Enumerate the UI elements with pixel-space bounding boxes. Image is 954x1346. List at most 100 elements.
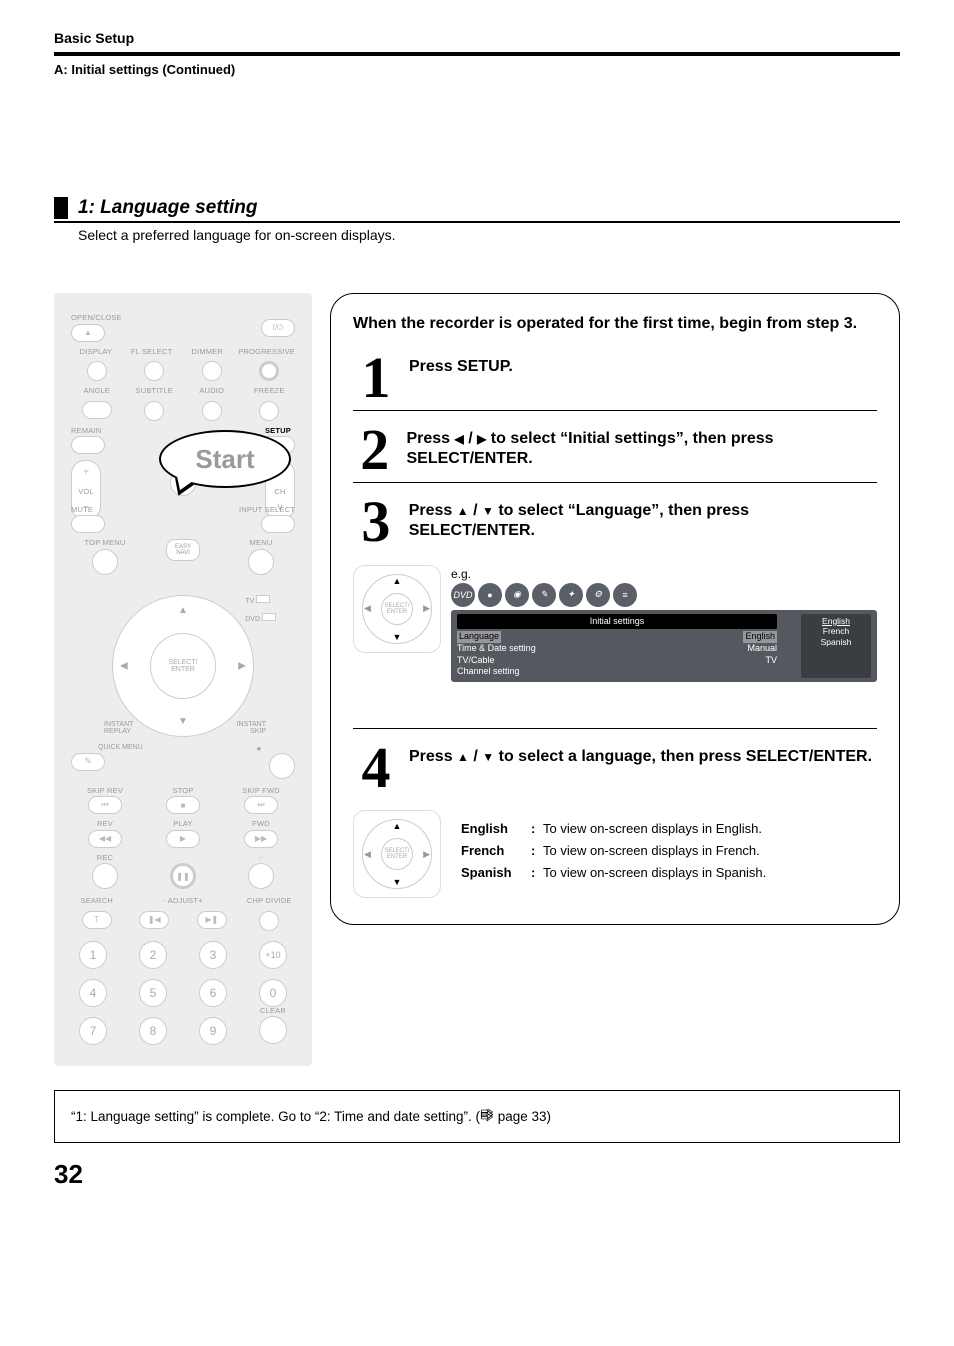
lang-name-english: English: [461, 821, 531, 836]
easy-navi-button[interactable]: EASY NAVI: [166, 539, 200, 561]
freeze-button[interactable]: [259, 401, 279, 421]
dpad-down-icon[interactable]: ▼: [178, 716, 188, 727]
step-2-text-pre: Press: [406, 430, 454, 447]
lang-desc-french: To view on-screen displays in French.: [543, 843, 766, 858]
pause-spacer: [182, 854, 184, 862]
search-button[interactable]: T: [82, 911, 112, 929]
subtitle-button[interactable]: [144, 401, 164, 421]
ch-label: CH: [274, 488, 285, 496]
angle-button[interactable]: [82, 401, 112, 419]
nav-up-icon: ▲: [393, 576, 402, 586]
adjust-minus-button[interactable]: ❚◀: [139, 911, 169, 929]
num-8-button[interactable]: 8: [139, 1017, 167, 1045]
remain-label: REMAIN: [71, 427, 101, 435]
adjust-plus-button[interactable]: ▶❚: [197, 911, 227, 929]
slash-2: /: [469, 502, 482, 519]
skip-rev-button[interactable]: ⏮: [88, 796, 122, 814]
osd-example: e.g. DVD ● ◉ ✎ ✦ ⚙ ≡ Initial set: [451, 565, 877, 682]
star-icon: ★: [256, 746, 262, 753]
dpad-up-icon[interactable]: ▲: [178, 605, 188, 616]
lang-row-english: English : To view on-screen displays in …: [461, 821, 766, 836]
quick-menu-button[interactable]: ✎: [71, 753, 105, 771]
num-9-button[interactable]: 9: [199, 1017, 227, 1045]
down-arrow-icon: ▼: [482, 504, 494, 518]
rev-label: REV: [97, 820, 113, 828]
stop-button[interactable]: ■: [166, 796, 200, 814]
step-1-number: 1: [353, 353, 399, 402]
slash: /: [464, 430, 477, 447]
menu-button[interactable]: [248, 549, 274, 575]
dpad-right-icon[interactable]: ▶: [238, 660, 246, 671]
tv-switch[interactable]: [256, 595, 270, 603]
audio-button[interactable]: [202, 401, 222, 421]
dpad-left-icon[interactable]: ◀: [120, 660, 128, 671]
mute-button[interactable]: [71, 515, 105, 533]
step-3-number: 3: [353, 497, 399, 546]
pause-button[interactable]: ❚❚: [170, 863, 196, 889]
chp-divide-button[interactable]: [259, 911, 279, 931]
nav-up-icon-2: ▲: [393, 821, 402, 831]
skip-fwd-label: SKIP FWD: [242, 787, 280, 795]
osd-row-tvcable: TV/Cable: [457, 655, 495, 667]
osd-dvd-icon: DVD: [451, 583, 475, 607]
remote-row-3-labels: ANGLE SUBTITLE AUDIO FREEZE: [71, 387, 295, 395]
extra-button[interactable]: [248, 863, 274, 889]
breadcrumb: Basic Setup: [54, 30, 900, 46]
num-6-button[interactable]: 6: [199, 979, 227, 1007]
remain-button[interactable]: [71, 436, 105, 454]
osd-options: English French Spanish: [801, 614, 871, 678]
open-close-button[interactable]: ▲: [71, 324, 105, 342]
top-menu-button[interactable]: [92, 549, 118, 575]
subtitle-label: SUBTITLE: [129, 387, 181, 395]
power-button[interactable]: I/⏻: [261, 319, 295, 337]
clear-button[interactable]: [259, 1016, 287, 1044]
osd-panel: Initial settings LanguageEnglish Time & …: [451, 610, 877, 682]
play-button[interactable]: ▶: [166, 830, 200, 848]
dimmer-button[interactable]: [202, 361, 222, 381]
nav-down-icon-2: ▼: [393, 877, 402, 887]
num-1-button[interactable]: 1: [79, 941, 107, 969]
footer-text-a: “1: Language setting” is complete. Go to…: [71, 1109, 480, 1124]
section-title-row: 1: Language setting: [54, 197, 900, 223]
skip-fwd-button[interactable]: ⏭: [244, 796, 278, 814]
fl-select-button[interactable]: [144, 361, 164, 381]
select-enter-button[interactable]: SELECT/ ENTER: [150, 633, 216, 699]
lang-name-spanish: Spanish: [461, 865, 531, 880]
tv-label: TV: [245, 598, 254, 605]
first-time-note: When the recorder is operated for the fi…: [353, 314, 877, 335]
step-1-text: Press SETUP.: [409, 353, 513, 377]
dvd-label: DVD: [245, 616, 260, 623]
step-4-text: Press ▲ / ▼ to select a language, then p…: [409, 743, 872, 767]
section-title: 1: Language setting: [78, 197, 257, 219]
num-5-button[interactable]: 5: [139, 979, 167, 1007]
skip-rev-label: SKIP REV: [87, 787, 123, 795]
num-2-button[interactable]: 2: [139, 941, 167, 969]
dvd-switch[interactable]: [262, 613, 276, 621]
rec-label: REC: [97, 854, 113, 862]
fwd-button[interactable]: ▶▶: [244, 830, 278, 848]
top-menu-label: TOP MENU: [85, 539, 126, 547]
star-button[interactable]: [269, 753, 295, 779]
osd-row-language: Language: [457, 631, 501, 643]
num-plus10-button[interactable]: +10: [259, 941, 287, 969]
rev-button[interactable]: ◀◀: [88, 830, 122, 848]
input-select-label: INPUT SELECT: [239, 506, 295, 514]
right-arrow-icon: ▶: [477, 432, 486, 446]
clear-label: CLEAR: [260, 1007, 286, 1015]
num-3-button[interactable]: 3: [199, 941, 227, 969]
remote-row-2-labels: DISPLAY FL SELECT DIMMER PROGRESSIVE: [71, 348, 295, 356]
osd-menu-icon: ≡: [613, 583, 637, 607]
menu-label: MENU: [250, 539, 273, 547]
num-7-button[interactable]: 7: [79, 1017, 107, 1045]
display-button[interactable]: [87, 361, 107, 381]
num-4-button[interactable]: 4: [79, 979, 107, 1007]
adjust-label: - ADJUST+: [129, 897, 238, 905]
progressive-button[interactable]: [259, 361, 279, 381]
nav-right-icon: ▶: [423, 603, 430, 614]
nav-right-icon-2: ▶: [423, 849, 430, 860]
num-0-button[interactable]: 0: [259, 979, 287, 1007]
mute-label: MUTE: [71, 506, 93, 514]
input-select-button[interactable]: [261, 515, 295, 533]
rec-button[interactable]: [92, 863, 118, 889]
up-arrow-icon-2: ▲: [457, 750, 469, 764]
